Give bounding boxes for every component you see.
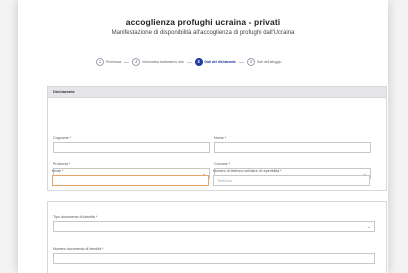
step-number: 3 — [194, 58, 203, 66]
step-premessa[interactable]: 1 Premessa — [96, 58, 121, 66]
telefono-field: Numero di telefono cellulare di reperibi… — [213, 168, 370, 186]
tipo-documento-label: Tipo documento di identità * — [53, 215, 98, 219]
step-label: Informativa trattamento dati — [142, 60, 184, 64]
email-field: Email * — [52, 168, 209, 186]
step-informativa[interactable]: 2 Informativa trattamento dati — [132, 58, 184, 66]
step-number: 1 — [96, 58, 104, 66]
step-dati-alloggio[interactable]: 4 Dati dell'alloggio — [246, 58, 282, 66]
nome-field: Nome * — [214, 135, 371, 153]
step-number: 2 — [132, 58, 141, 66]
step-label: Dati dell'alloggio — [256, 60, 282, 64]
numero-documento-input[interactable] — [53, 253, 375, 264]
numero-documento-field: Numero documento di identità * — [53, 246, 375, 264]
telefono-input[interactable]: Telefono — [213, 175, 370, 186]
comune-label: Comune * — [214, 162, 230, 166]
page-subtitle: Manifestazione di disponibilità all'acco… — [111, 30, 295, 36]
nome-input[interactable] — [214, 142, 371, 153]
step-label: Premessa — [106, 60, 122, 64]
cognome-field: Cognome * — [53, 135, 210, 153]
documento-section: Tipo documento di identità * ⌄ Numero do… — [47, 201, 387, 273]
step-label: Dati del dichiarante — [204, 60, 236, 64]
numero-documento-label: Numero documento di identità * — [53, 247, 104, 251]
page-title: accoglienza profughi ucraina - privati — [125, 17, 281, 27]
chevron-down-icon: ⌄ — [366, 224, 371, 230]
step-connector — [238, 61, 244, 63]
section-title: Dichiarante — [48, 87, 386, 98]
stepper: 1 Premessa 2 Informativa trattamento dat… — [96, 56, 281, 68]
step-connector — [124, 61, 130, 63]
step-dati-dichiarante[interactable]: 3 Dati del dichiarante — [194, 58, 236, 66]
nome-label: Nome * — [214, 136, 226, 140]
cognome-input[interactable] — [53, 142, 210, 153]
email-label: Email * — [52, 169, 64, 173]
email-input[interactable] — [52, 175, 209, 186]
tipo-documento-field: Tipo documento di identità * ⌄ — [53, 214, 375, 232]
provincia-label: Provincia * — [53, 162, 71, 166]
cognome-label: Cognome * — [53, 136, 71, 140]
step-connector — [186, 61, 192, 63]
telefono-label: Numero di telefono cellulare di reperibi… — [213, 169, 282, 173]
tipo-documento-select[interactable]: ⌄ — [53, 221, 375, 232]
step-number: 4 — [246, 58, 255, 66]
